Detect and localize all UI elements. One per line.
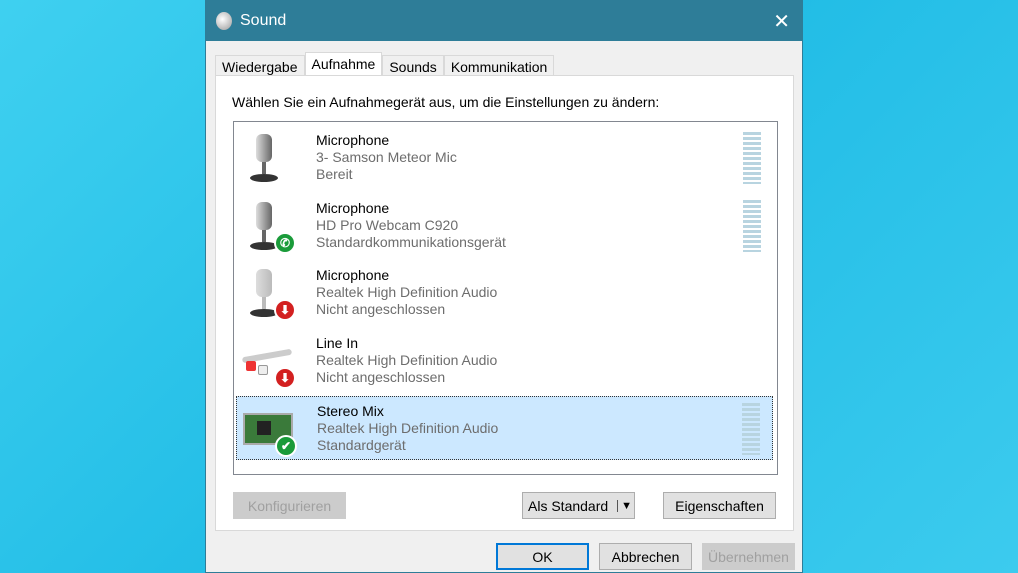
sound-card-icon: ✔ [243,403,295,455]
device-description: 3- Samson Meteor Mic [316,149,457,166]
apply-button[interactable]: Übernehmen [702,543,795,570]
device-row[interactable]: Microphone3- Samson Meteor MicBereit [236,126,773,190]
ok-button[interactable]: OK [496,543,589,570]
device-description: Realtek High Definition Audio [316,352,497,369]
device-status: Nicht angeschlossen [316,369,497,386]
device-name: Microphone [316,267,497,284]
sound-dialog: Sound ✕ Wiedergabe Aufnahme Sounds Kommu… [205,0,803,573]
configure-button[interactable]: Konfigurieren [233,492,346,519]
speaker-icon [216,12,232,30]
device-status: Nicht angeschlossen [316,301,497,318]
device-row[interactable]: ✔ Stereo MixRealtek High Definition Audi… [236,396,773,460]
microphone-icon: ✆ [242,200,294,252]
device-name: Microphone [316,200,506,217]
line-in-cable-icon: ⬇ [242,335,294,387]
device-name: Stereo Mix [317,403,498,420]
device-description: Realtek High Definition Audio [317,420,498,437]
device-status: Standardgerät [317,437,498,454]
level-meter [742,403,760,455]
device-name: Microphone [316,132,457,149]
set-default-button[interactable]: Als Standard ▼ [522,492,635,519]
device-row[interactable]: ⬇ Line InRealtek High Definition AudioNi… [236,329,773,393]
device-description: HD Pro Webcam C920 [316,217,506,234]
device-list[interactable]: Microphone3- Samson Meteor MicBereit ✆ M… [233,121,778,475]
chevron-down-icon[interactable]: ▼ [617,500,632,512]
device-row[interactable]: ✆ MicrophoneHD Pro Webcam C920Standardko… [236,194,773,258]
recording-panel: Wählen Sie ein Aufnahmegerät aus, um die… [215,75,794,531]
device-status: Bereit [316,166,457,183]
microphone-icon: ⬇ [242,267,294,319]
instruction-label: Wählen Sie ein Aufnahmegerät aus, um die… [232,94,659,110]
device-description: Realtek High Definition Audio [316,284,497,301]
device-row[interactable]: ⬇ MicrophoneRealtek High Definition Audi… [236,261,773,325]
window-title: Sound [240,12,286,30]
device-name: Line In [316,335,497,352]
level-meter [743,132,761,184]
microphone-icon [242,132,294,184]
level-meter [743,200,761,252]
device-status: Standardkommunikationsgerät [316,234,506,251]
properties-button[interactable]: Eigenschaften [663,492,776,519]
set-default-label: Als Standard [528,498,608,514]
check-badge-icon: ✔ [275,435,297,457]
cancel-button[interactable]: Abbrechen [599,543,692,570]
down-arrow-badge-icon: ⬇ [274,299,296,321]
phone-badge-icon: ✆ [274,232,296,254]
close-icon[interactable]: ✕ [773,9,790,34]
title-bar: Sound ✕ [206,1,802,41]
down-arrow-badge-icon: ⬇ [274,367,296,389]
